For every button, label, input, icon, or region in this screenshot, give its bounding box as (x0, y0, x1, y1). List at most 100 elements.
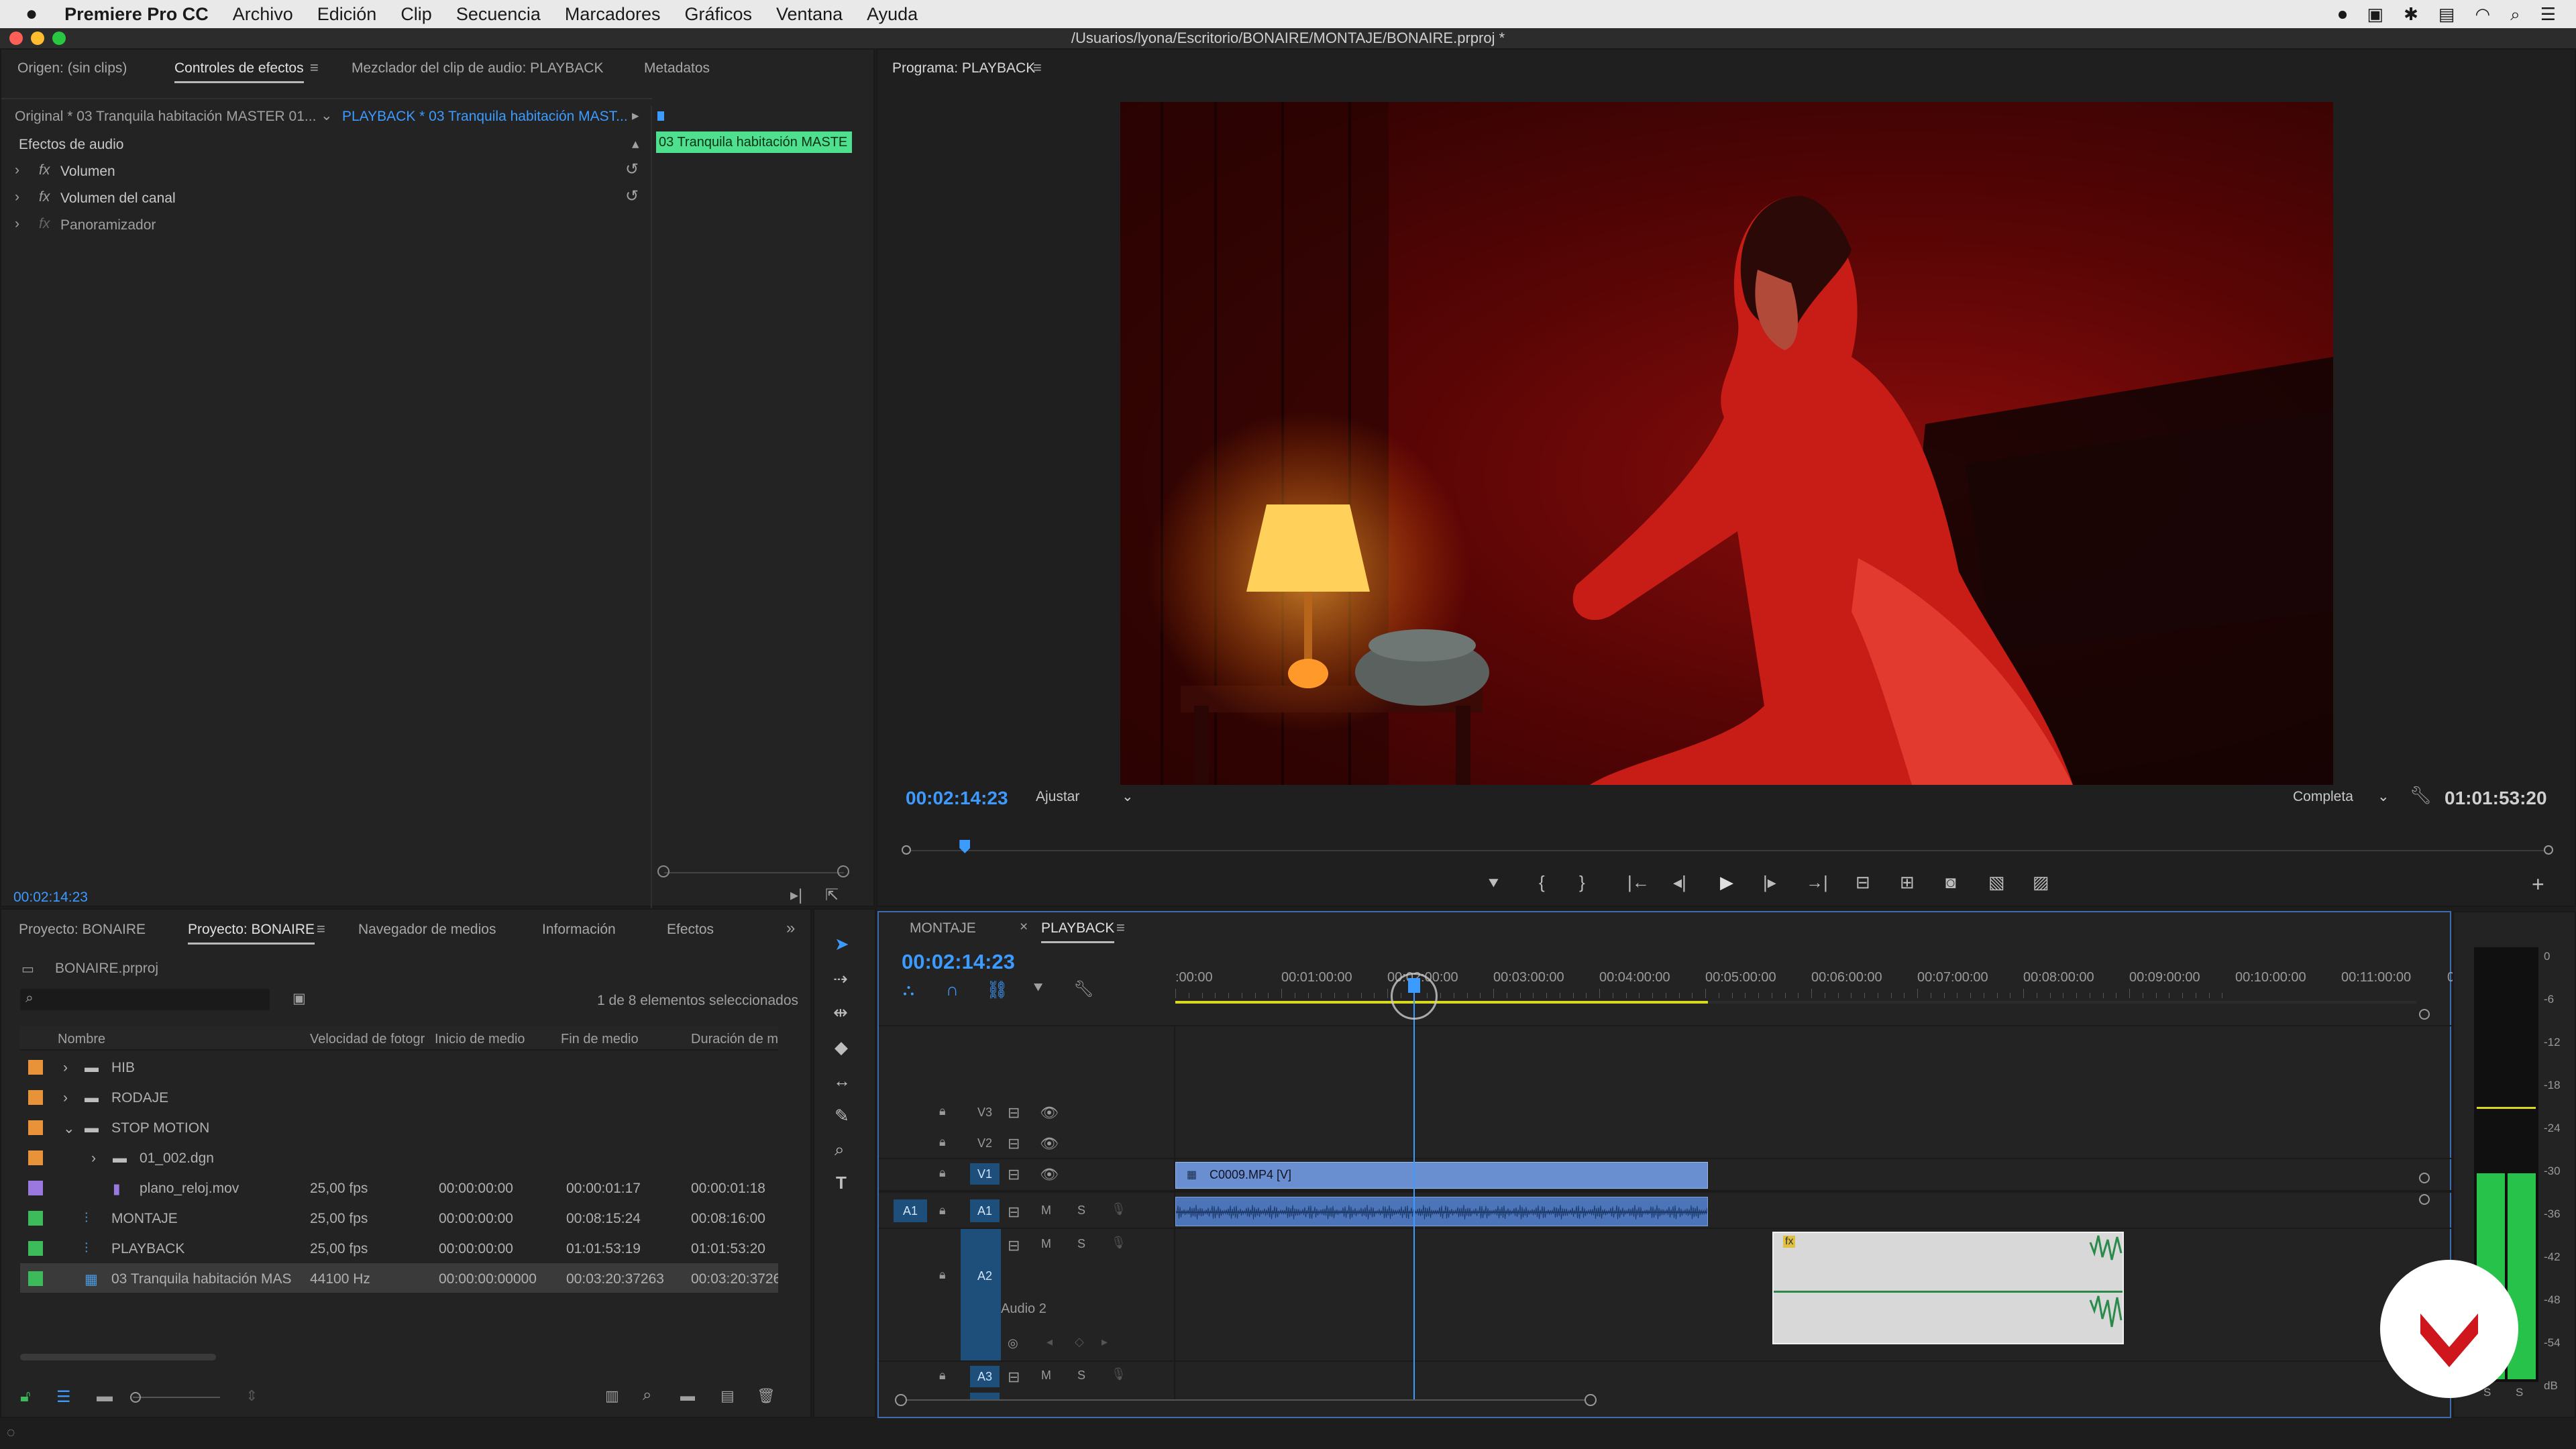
track-header-v2[interactable]: 🔒︎ V2 ⊟ 👁︎ (879, 1128, 1174, 1158)
sync-lock-icon[interactable]: ⊟ (1008, 1135, 1020, 1152)
mark-out-icon[interactable]: } (1579, 872, 1585, 893)
solo-button[interactable]: S (1077, 1237, 1085, 1251)
tab-effect-controls[interactable]: Controles de efectos (174, 60, 304, 83)
vertical-zoom-bottom[interactable] (2419, 1194, 2430, 1205)
source-clip-label[interactable]: Original * 03 Tranquila habitación MASTE… (15, 109, 316, 125)
zoom-window-button[interactable] (52, 32, 66, 45)
project-row[interactable]: ⌄ ▬ STOP MOTION (20, 1112, 778, 1142)
mic-icon[interactable]: 🎙︎ (1111, 1202, 1126, 1216)
mark-in-icon[interactable]: { (1539, 872, 1545, 893)
project-row[interactable]: ⫶ MONTAJE 25,00 fps 00:00:00:00 00:08:15:24 0… (20, 1203, 778, 1232)
lock-icon[interactable]: 🔒︎ (939, 1104, 946, 1118)
column-fps[interactable]: Velocidad de fotogr (310, 1032, 425, 1047)
timeline-timecode[interactable]: 00:02:14:23 (902, 950, 1015, 974)
track-label-v3[interactable]: V3 (970, 1106, 1000, 1120)
track-label-a1[interactable]: A1 (970, 1199, 1000, 1222)
keyframe-icon[interactable]: ◎ (1008, 1336, 1018, 1350)
column-media-end[interactable]: Fin de medio (561, 1032, 639, 1047)
extract-icon[interactable]: ⊞ (1900, 872, 1915, 893)
program-monitor-title[interactable]: Programa: PLAYBACK (892, 60, 1035, 76)
sequence-clip-label[interactable]: PLAYBACK * 03 Tranquila habitación MAST.… (342, 109, 628, 125)
column-media-duration[interactable]: Duración de me (691, 1032, 778, 1047)
minimize-window-button[interactable] (31, 32, 44, 45)
source-patch-a1[interactable]: A1 (894, 1199, 927, 1222)
lock-icon[interactable]: 🔒︎ (939, 1268, 946, 1282)
program-playhead[interactable] (959, 840, 971, 853)
tab-project-1[interactable]: Proyecto: BONAIRE (19, 922, 146, 938)
panel-menu-icon[interactable]: ≡ (317, 920, 325, 938)
list-icon[interactable]: ☰ (2540, 4, 2556, 25)
label-color-swatch[interactable] (28, 1090, 43, 1105)
tab-project-2[interactable]: Proyecto: BONAIRE (188, 922, 315, 945)
track-label-v2[interactable]: V2 (970, 1136, 1000, 1150)
project-row[interactable]: › ▬ RODAJE (20, 1082, 778, 1112)
slip-tool-icon[interactable]: ↔ (833, 1071, 851, 1091)
column-media-start[interactable]: Inicio de medio (435, 1032, 525, 1047)
sync-lock-icon[interactable]: ⊟ (1008, 1104, 1020, 1122)
camera-icon[interactable]: ◙ (1945, 872, 1956, 893)
label-color-swatch[interactable] (28, 1060, 43, 1075)
wrench-icon[interactable]: 🔧︎ (2410, 785, 2432, 806)
menu-archivo[interactable]: Archivo (233, 4, 293, 25)
lock-icon[interactable]: 🔒︎ (939, 1368, 946, 1383)
track-label-v1[interactable]: V1 (970, 1163, 1000, 1185)
wrench-icon[interactable]: 🔧︎ (1073, 979, 1093, 999)
more-panels-icon[interactable]: » (786, 919, 795, 938)
track-header-a1[interactable]: A1 🔒︎ A1 ⊟ M S 🎙︎ (879, 1195, 1174, 1226)
add-marker-icon[interactable]: ⯆ (1032, 979, 1044, 998)
menu-clip[interactable]: Clip (400, 4, 432, 25)
timeline-scrollbar[interactable] (895, 1394, 1597, 1407)
project-row[interactable]: ▦ 03 Tranquila habitación MAS 44100 Hz 00:0… (20, 1263, 778, 1293)
lock-icon[interactable]: 🔒︎ (939, 1135, 946, 1149)
step-forward-icon[interactable]: |▸ (1763, 872, 1776, 893)
comparison-view-icon[interactable]: ▧ (1988, 872, 2005, 893)
sync-lock-icon[interactable]: ⊟ (1008, 1237, 1020, 1254)
work-area-bar[interactable] (1175, 1001, 1708, 1004)
new-item-icon[interactable]: ▤ (720, 1387, 735, 1405)
tab-montaje[interactable]: MONTAJE (910, 920, 976, 936)
effects-playhead[interactable] (657, 111, 664, 121)
close-tab-icon[interactable]: × (1020, 919, 1028, 935)
mute-button[interactable]: M (1041, 1368, 1051, 1383)
solo-button[interactable]: S (1077, 1203, 1085, 1218)
eye-icon[interactable]: 👁︎ (1040, 1166, 1059, 1183)
program-timecode[interactable]: 00:02:14:23 (906, 788, 1008, 809)
clip-bar[interactable]: 03 Tranquila habitación MASTE (656, 131, 852, 153)
snap-icon[interactable]: ∩ (946, 979, 959, 1000)
time-ruler[interactable]: :00:00 00:01:00:00 00:02:00:00 00:03:00:00 0… (1175, 966, 2465, 1000)
reset-icon[interactable]: ↺ (625, 186, 639, 206)
close-window-button[interactable] (9, 32, 23, 45)
column-name[interactable]: Nombre (58, 1032, 105, 1047)
selection-tool-icon[interactable]: ➤ (835, 934, 849, 955)
zoom-handle-right[interactable] (837, 865, 849, 877)
mute-button[interactable]: M (1041, 1237, 1051, 1251)
search-icon[interactable]: ⌕ (2510, 4, 2520, 25)
quality-dropdown[interactable]: Completa ⌄ (2293, 786, 2394, 808)
menu-app-name[interactable]: Premiere Pro CC (64, 4, 209, 25)
tab-metadata[interactable]: Metadatos (644, 60, 710, 76)
apple-icon[interactable]: ● (25, 3, 38, 25)
sort-icon[interactable]: ⇕ (246, 1387, 258, 1405)
lock-icon[interactable]: 🔒︎ (939, 1203, 946, 1218)
automate-icon[interactable]: ▥ (605, 1387, 619, 1405)
lock-icon[interactable]: 🔓︎ (20, 1387, 31, 1406)
sync-lock-icon[interactable]: ⊟ (1008, 1368, 1020, 1386)
label-color-swatch[interactable] (28, 1271, 43, 1286)
disclosure-arrow-icon[interactable]: › (63, 1060, 68, 1076)
track-label-a2[interactable]: A2 (970, 1269, 1000, 1283)
label-color-swatch[interactable] (28, 1181, 43, 1195)
tab-effects[interactable]: Efectos (667, 922, 714, 938)
track-header-v1[interactable]: 🔒︎ V1 ⊟ 👁︎ (879, 1159, 1174, 1189)
menu-graficos[interactable]: Gráficos (684, 4, 752, 25)
nest-icon[interactable]: ⛬ (903, 981, 914, 1000)
prev-keyframe-icon[interactable]: ◂ (1046, 1335, 1053, 1349)
timeline-playhead[interactable] (1391, 973, 1438, 1399)
project-row[interactable]: › ▬ 01_002.dgn (20, 1142, 778, 1172)
tab-audio-clip-mixer[interactable]: Mezclador del clip de audio: PLAYBACK (352, 60, 603, 76)
menu-ayuda[interactable]: Ayuda (867, 4, 918, 25)
next-keyframe-icon[interactable]: ▸ (1102, 1335, 1108, 1349)
audio-clip-a1[interactable] (1175, 1197, 1708, 1226)
tab-media-browser[interactable]: Navegador de medios (358, 922, 496, 938)
mute-button[interactable]: M (1041, 1203, 1051, 1218)
track-header-v3[interactable]: 🔒︎ V3 ⊟ 👁︎ (879, 1097, 1174, 1127)
